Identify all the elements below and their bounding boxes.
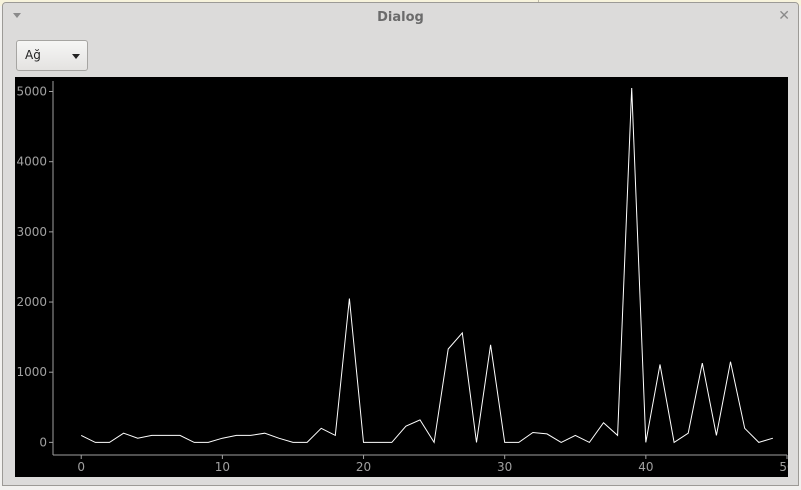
data-point	[278, 438, 279, 439]
data-point	[335, 435, 336, 436]
data-point	[490, 344, 491, 345]
data-point	[123, 433, 124, 434]
data-point	[561, 442, 562, 443]
data-point	[688, 433, 689, 434]
x-tick-label: 20	[356, 460, 371, 474]
data-point	[95, 442, 96, 443]
category-select-value: Ağ	[25, 48, 41, 62]
data-point	[165, 435, 166, 436]
data-point	[673, 442, 674, 443]
data-point	[617, 435, 618, 436]
x-tick-label: 30	[497, 460, 512, 474]
data-point	[772, 438, 773, 439]
data-point	[222, 438, 223, 439]
data-point	[716, 435, 717, 436]
data-point	[292, 442, 293, 443]
y-tick-label: 0	[39, 435, 47, 449]
data-point	[603, 422, 604, 423]
data-point	[518, 442, 519, 443]
data-point	[321, 428, 322, 429]
data-point	[758, 442, 759, 443]
data-point	[208, 442, 209, 443]
data-point	[532, 432, 533, 433]
x-tick-label: 0	[77, 460, 85, 474]
plot-area: 0 1000 2000 3000 4000 5000 0 10 20 30 40 50	[15, 77, 795, 477]
data-point	[363, 442, 364, 443]
data-point	[109, 442, 110, 443]
line-chart: 0 1000 2000 3000 4000 5000 0 10 20 30 40 50	[16, 81, 795, 474]
y-tick-label: 1000	[16, 365, 47, 379]
data-point	[405, 426, 406, 427]
data-point	[151, 435, 152, 436]
data-point	[179, 435, 180, 436]
category-select[interactable]: Ağ	[16, 40, 88, 71]
data-point	[236, 435, 237, 436]
close-icon[interactable]: ✕	[778, 7, 790, 25]
x-tick-label: 10	[215, 460, 230, 474]
data-point	[264, 433, 265, 434]
title-bar[interactable]: Dialog ✕	[3, 3, 798, 31]
data-point	[504, 442, 505, 443]
data-point	[377, 442, 378, 443]
data-point	[730, 361, 731, 362]
data-point	[81, 435, 82, 436]
data-point	[448, 348, 449, 349]
data-point	[462, 332, 463, 333]
dialog-window: Dialog ✕ Ağ 0 1000 2000 3000 4000 5000 0 10 20 30…	[2, 2, 799, 486]
x-tick-label: 40	[638, 460, 653, 474]
data-point	[434, 442, 435, 443]
y-tick-label: 5000	[16, 85, 47, 99]
y-tick-label: 3000	[16, 225, 47, 239]
data-point	[391, 442, 392, 443]
data-point	[419, 419, 420, 420]
data-point	[659, 364, 660, 365]
data-point	[702, 362, 703, 363]
data-point	[589, 442, 590, 443]
x-tick-label: 50	[779, 460, 788, 474]
y-tick-label: 2000	[16, 295, 47, 309]
chevron-down-icon	[72, 54, 80, 59]
data-point	[137, 438, 138, 439]
y-tick-label: 4000	[16, 155, 47, 169]
data-point	[349, 298, 350, 299]
data-point	[546, 433, 547, 434]
window-title: Dialog	[377, 10, 424, 25]
data-point	[575, 435, 576, 436]
data-point	[250, 435, 251, 436]
data-point	[476, 442, 477, 443]
data-point	[306, 442, 307, 443]
data-point	[645, 442, 646, 443]
data-point	[631, 87, 632, 88]
data-point	[744, 428, 745, 429]
data-point	[194, 442, 195, 443]
series-line	[80, 87, 774, 444]
